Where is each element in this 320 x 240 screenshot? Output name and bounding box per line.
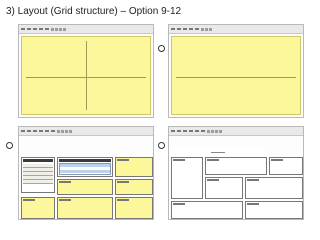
option-11-thumbnail[interactable] xyxy=(18,126,154,220)
middle-bottom-panel[interactable] xyxy=(57,179,113,195)
right-center-panel[interactable] xyxy=(245,177,303,199)
list-item[interactable] xyxy=(23,180,53,184)
option-9-radio-icon[interactable] xyxy=(158,45,165,52)
window-toolbar xyxy=(19,25,153,34)
left-list-panel[interactable] xyxy=(21,157,55,193)
bottom-right-panel[interactable] xyxy=(115,197,153,219)
grid-row-divider xyxy=(176,77,296,78)
data-grid[interactable] xyxy=(59,163,111,175)
slide-title: 3) Layout (Grid structure) – Option 9-12 xyxy=(6,6,182,17)
right-bottom-panel[interactable] xyxy=(115,179,153,195)
layout-grid-area xyxy=(171,36,301,115)
window-toolbar xyxy=(169,25,303,34)
right-top-panel[interactable] xyxy=(115,157,153,177)
header-strip xyxy=(171,149,267,157)
grid-column-divider xyxy=(86,41,87,110)
bottom-left-panel[interactable] xyxy=(171,201,243,219)
left-panel[interactable] xyxy=(171,157,203,199)
window-toolbar xyxy=(169,127,303,136)
layout-grid-area xyxy=(21,36,151,115)
middle-center-panel[interactable] xyxy=(205,177,243,199)
middle-top-panel[interactable] xyxy=(57,157,113,177)
option-12-radio-icon[interactable] xyxy=(158,142,165,149)
middle-top-panel[interactable] xyxy=(205,157,267,175)
option-10-thumbnail[interactable] xyxy=(168,24,304,118)
bottom-right-panel[interactable] xyxy=(245,201,303,219)
option-9-thumbnail[interactable] xyxy=(18,24,154,118)
right-top-panel[interactable] xyxy=(269,157,303,175)
option-12-thumbnail[interactable] xyxy=(168,126,304,220)
bottom-middle-panel[interactable] xyxy=(57,197,113,219)
window-toolbar xyxy=(19,127,153,136)
bottom-left-panel[interactable] xyxy=(21,197,55,219)
option-11-radio-icon[interactable] xyxy=(6,142,13,149)
panel-header xyxy=(59,159,111,162)
panel-header xyxy=(23,159,53,162)
